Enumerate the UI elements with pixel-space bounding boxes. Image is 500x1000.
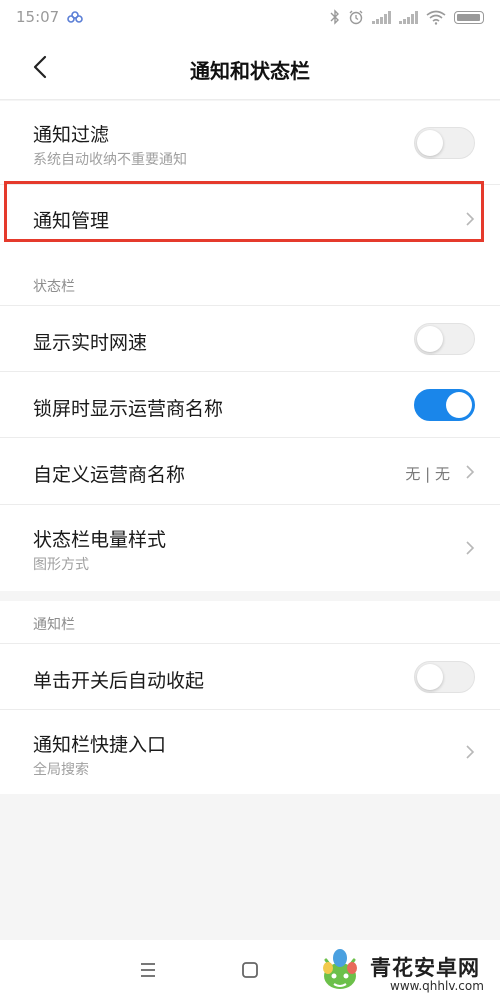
notification-filter-title: 通知过滤 bbox=[33, 124, 110, 146]
watermark-url: www.qhhlv.com bbox=[390, 979, 484, 993]
custom-carrier-title: 自定义运营商名称 bbox=[33, 464, 186, 486]
auto-collapse-title: 单击开关后自动收起 bbox=[33, 670, 205, 692]
realtime-speed-toggle[interactable] bbox=[414, 323, 475, 355]
auto-collapse-toggle[interactable] bbox=[414, 661, 475, 693]
watermark: 青花安卓网 www.qhhlv.com bbox=[312, 945, 500, 1000]
alarm-icon bbox=[349, 10, 363, 25]
toggle-knob bbox=[417, 326, 443, 352]
notification-filter-subtitle: 系统自动收纳不重要通知 bbox=[33, 152, 187, 168]
battery-style-title: 状态栏电量样式 bbox=[33, 529, 167, 551]
battery-icon bbox=[454, 10, 484, 24]
menu-icon[interactable] bbox=[136, 958, 160, 982]
section-header-status-bar: 状态栏 bbox=[33, 279, 75, 295]
shortcut-subtitle: 全局搜索 bbox=[33, 762, 89, 778]
shortcut-row[interactable]: 通知栏快捷入口 全局搜索 bbox=[0, 710, 500, 794]
custom-carrier-row[interactable]: 自定义运营商名称 无 | 无 bbox=[0, 438, 500, 505]
bluetooth-icon bbox=[330, 9, 339, 25]
section-header-notification-bar: 通知栏 bbox=[33, 617, 75, 633]
lock-carrier-title: 锁屏时显示运营商名称 bbox=[33, 398, 224, 420]
status-time: 15:07 bbox=[16, 8, 60, 26]
custom-carrier-value: 无 | 无 bbox=[405, 465, 450, 483]
watermark-logo-icon bbox=[323, 949, 357, 989]
notification-bar-section-header-row: 通知栏 bbox=[0, 601, 500, 644]
signal-icon bbox=[399, 10, 418, 24]
lock-carrier-row[interactable]: 锁屏时显示运营商名称 bbox=[0, 372, 500, 438]
watermark-text: 青花安卓网 bbox=[370, 956, 480, 980]
app-icon bbox=[67, 11, 84, 23]
top-navigation: 通知和状态栏 bbox=[0, 34, 500, 100]
notification-filter-row[interactable]: 通知过滤 系统自动收纳不重要通知 bbox=[0, 101, 500, 185]
notification-filter-toggle[interactable] bbox=[414, 127, 475, 159]
lock-carrier-toggle[interactable] bbox=[414, 389, 475, 421]
toggle-knob bbox=[417, 130, 443, 156]
battery-style-subtitle: 图形方式 bbox=[33, 557, 89, 573]
page-title: 通知和状态栏 bbox=[190, 59, 310, 83]
battery-style-row[interactable]: 状态栏电量样式 图形方式 bbox=[0, 505, 500, 591]
chevron-right-icon bbox=[466, 745, 475, 759]
wifi-icon bbox=[426, 10, 446, 25]
chevron-right-icon bbox=[466, 465, 475, 479]
home-icon[interactable] bbox=[238, 958, 262, 982]
status-bar: 15:07 bbox=[0, 0, 500, 34]
realtime-speed-title: 显示实时网速 bbox=[33, 332, 148, 354]
toggle-knob bbox=[417, 664, 443, 690]
auto-collapse-row[interactable]: 单击开关后自动收起 bbox=[0, 644, 500, 710]
signal-icon bbox=[372, 10, 391, 24]
highlight-frame bbox=[4, 181, 484, 242]
status-bar-settings-group: 状态栏 显示实时网速 锁屏时显示运营商名称 自定义运营商名称 无 | 无 状态栏… bbox=[0, 263, 500, 591]
notification-bar-settings-group: 通知栏 单击开关后自动收起 通知栏快捷入口 全局搜索 bbox=[0, 601, 500, 794]
realtime-speed-row[interactable]: 显示实时网速 bbox=[0, 306, 500, 372]
toggle-knob bbox=[446, 392, 472, 418]
shortcut-title: 通知栏快捷入口 bbox=[33, 734, 167, 756]
chevron-right-icon bbox=[466, 541, 475, 555]
status-bar-section-header-row: 状态栏 bbox=[0, 263, 500, 306]
